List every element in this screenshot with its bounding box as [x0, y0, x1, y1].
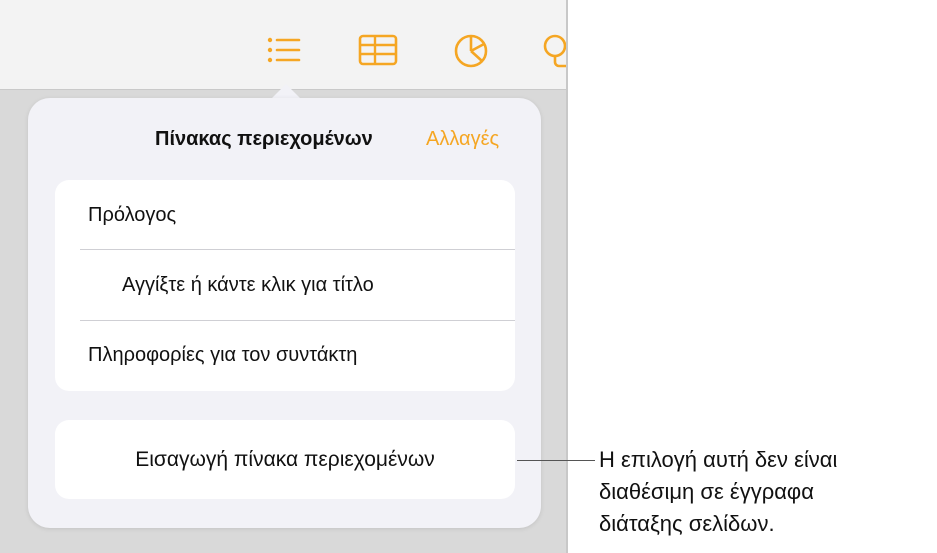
toc-entries-list: Πρόλογος Αγγίξτε ή κάντε κλικ για τίτλο …: [55, 180, 515, 391]
insert-toc-button[interactable]: Εισαγωγή πίνακα περιεχομένων: [55, 420, 515, 499]
chart-icon[interactable]: [451, 34, 491, 70]
table-icon[interactable]: [358, 34, 398, 70]
popover-title: Πίνακας περιεχομένων: [155, 128, 373, 150]
shape-icon[interactable]: [543, 34, 566, 70]
insert-toc-group: Εισαγωγή πίνακα περιεχομένων: [55, 420, 515, 499]
toc-entry[interactable]: Πρόλογος: [55, 180, 515, 250]
callout-line-1: Η επιλογή αυτή δεν είναι: [599, 447, 838, 472]
callout-text: Η επιλογή αυτή δεν είναι διαθέσιμη σε έγ…: [599, 444, 934, 540]
callout-line-2: διαθέσιμη σε έγγραφα: [599, 479, 814, 504]
list-icon[interactable]: [265, 34, 305, 70]
toc-entry[interactable]: Αγγίξτε ή κάντε κλικ για τίτλο: [55, 250, 515, 320]
changes-button[interactable]: Αλλαγές: [426, 128, 499, 151]
toc-entry[interactable]: Πληροφορίες για τον συντάκτη: [55, 320, 515, 390]
toc-popover: Πίνακας περιεχομένων Αλλαγές Πρόλογος Αγ…: [28, 98, 541, 528]
toolbar: [0, 0, 566, 100]
callout-line: [517, 460, 595, 461]
app-screen: Πίνακας περιεχομένων Αλλαγές Πρόλογος Αγ…: [0, 0, 568, 553]
callout-line-3: διάταξης σελίδων.: [599, 511, 775, 536]
